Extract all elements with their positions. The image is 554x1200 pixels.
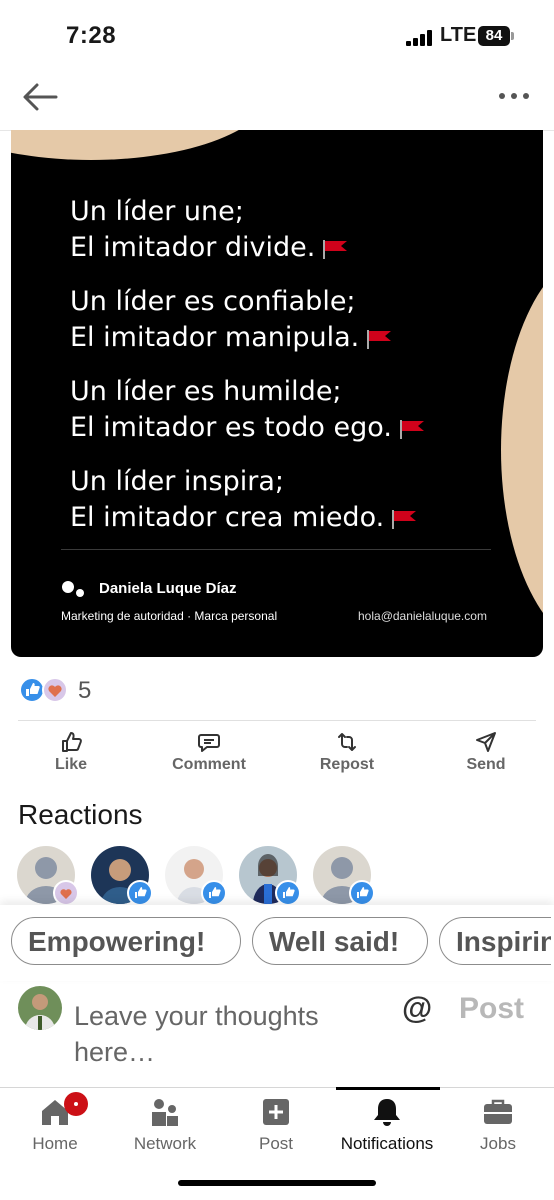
- mention-button[interactable]: @: [402, 990, 432, 1026]
- reactor-avatar[interactable]: [165, 846, 227, 906]
- more-options-button[interactable]: [496, 86, 532, 106]
- image-divider: [61, 549, 491, 550]
- like-badge-icon: [127, 880, 153, 906]
- quote-line: Un líder es confiable;: [70, 286, 356, 317]
- network-icon: [152, 1099, 178, 1126]
- nav-notifications-label: Notifications: [340, 1134, 434, 1153]
- brand-logo-icon: [62, 581, 84, 597]
- active-tab-indicator: [336, 1087, 440, 1090]
- reactions-summary-icons[interactable]: [18, 676, 70, 704]
- composer-avatar: [18, 986, 62, 1030]
- red-flag-icon: [323, 239, 348, 259]
- comment-icon: [198, 734, 220, 752]
- reactor-avatar[interactable]: [313, 846, 375, 906]
- quote-line: El imitador manipula.: [70, 320, 393, 356]
- red-flag-icon: [399, 419, 424, 439]
- like-button[interactable]: Like: [16, 730, 126, 774]
- home-notification-badge: [64, 1092, 88, 1116]
- home-indicator[interactable]: [178, 1180, 376, 1186]
- network-type: LTE: [440, 24, 477, 46]
- reactions-count[interactable]: 5: [78, 677, 91, 705]
- plus-icon: [263, 1099, 289, 1125]
- like-icon: [62, 732, 82, 752]
- like-badge-icon: [201, 880, 227, 906]
- more-dots-icon: [499, 93, 529, 99]
- quote-line: Un líder inspira;: [70, 466, 284, 497]
- actions-divider: [18, 720, 536, 721]
- quote-line: Un líder une;: [70, 196, 244, 227]
- suggestion-chip[interactable]: Empowering!: [11, 917, 241, 965]
- repost-icon: [338, 733, 356, 751]
- bell-icon: [374, 1099, 400, 1126]
- red-flag-icon: [392, 509, 417, 529]
- repost-label: Repost: [319, 756, 375, 773]
- reactions-title: Reactions: [18, 799, 143, 830]
- like-reaction-icon: [19, 677, 45, 703]
- post-comment-button[interactable]: Post: [459, 992, 524, 1026]
- nav-network[interactable]: Network: [110, 1092, 220, 1154]
- nav-home-label: Home: [32, 1134, 78, 1153]
- send-icon: [476, 732, 496, 752]
- send-label: Send: [466, 756, 506, 773]
- signal-icon: [406, 30, 434, 46]
- nav-network-label: Network: [133, 1134, 197, 1153]
- suggestion-chip[interactable]: Well said!: [252, 917, 428, 965]
- battery-cap-icon: [511, 32, 514, 40]
- comment-input[interactable]: Leave your thoughts here…: [74, 998, 374, 1070]
- nav-post-label: Post: [258, 1134, 294, 1153]
- reactor-avatar[interactable]: [91, 846, 153, 906]
- battery-level: 84: [478, 26, 510, 46]
- nav-home[interactable]: Home: [0, 1092, 110, 1154]
- quote-line: Un líder es humilde;: [70, 376, 342, 407]
- reactor-avatar[interactable]: [17, 846, 79, 906]
- send-button[interactable]: Send: [431, 730, 541, 774]
- like-badge-icon: [349, 880, 375, 906]
- brand-name: Daniela Luque Díaz: [99, 580, 237, 597]
- user-photo: [18, 986, 62, 1030]
- nav-notifications[interactable]: Notifications: [332, 1092, 442, 1154]
- brand-email: hola@danielaluque.com: [358, 609, 487, 623]
- love-badge-icon: [53, 880, 79, 906]
- briefcase-icon: [484, 1099, 512, 1124]
- love-reaction-icon: [42, 677, 68, 703]
- reactor-avatar[interactable]: [239, 846, 301, 906]
- back-arrow-icon: [23, 83, 58, 111]
- brand-tagline: Marketing de autoridad · Marca personal: [61, 609, 278, 623]
- back-button[interactable]: [20, 80, 60, 114]
- comment-button[interactable]: Comment: [154, 730, 264, 774]
- nav-jobs-label: Jobs: [480, 1134, 516, 1153]
- quote-line: El imitador es todo ego.: [70, 410, 426, 446]
- bottom-nav-divider: [0, 1087, 554, 1088]
- quote-line: El imitador crea miedo.: [70, 500, 418, 536]
- suggestion-chips: Empowering! Well said! Inspiring!: [0, 905, 554, 981]
- post-image[interactable]: Un líder une; El imitador divide. Un líd…: [11, 130, 543, 657]
- like-label: Like: [54, 756, 87, 773]
- comment-label: Comment: [172, 756, 246, 773]
- quote-line: El imitador divide.: [70, 230, 349, 266]
- suggestion-chip[interactable]: Inspiring!: [439, 917, 551, 965]
- nav-post[interactable]: Post: [221, 1092, 331, 1154]
- like-badge-icon: [275, 880, 301, 906]
- red-flag-icon: [367, 329, 392, 349]
- status-time: 7:28: [66, 22, 117, 49]
- nav-jobs[interactable]: Jobs: [443, 1092, 553, 1154]
- repost-button[interactable]: Repost: [292, 730, 402, 774]
